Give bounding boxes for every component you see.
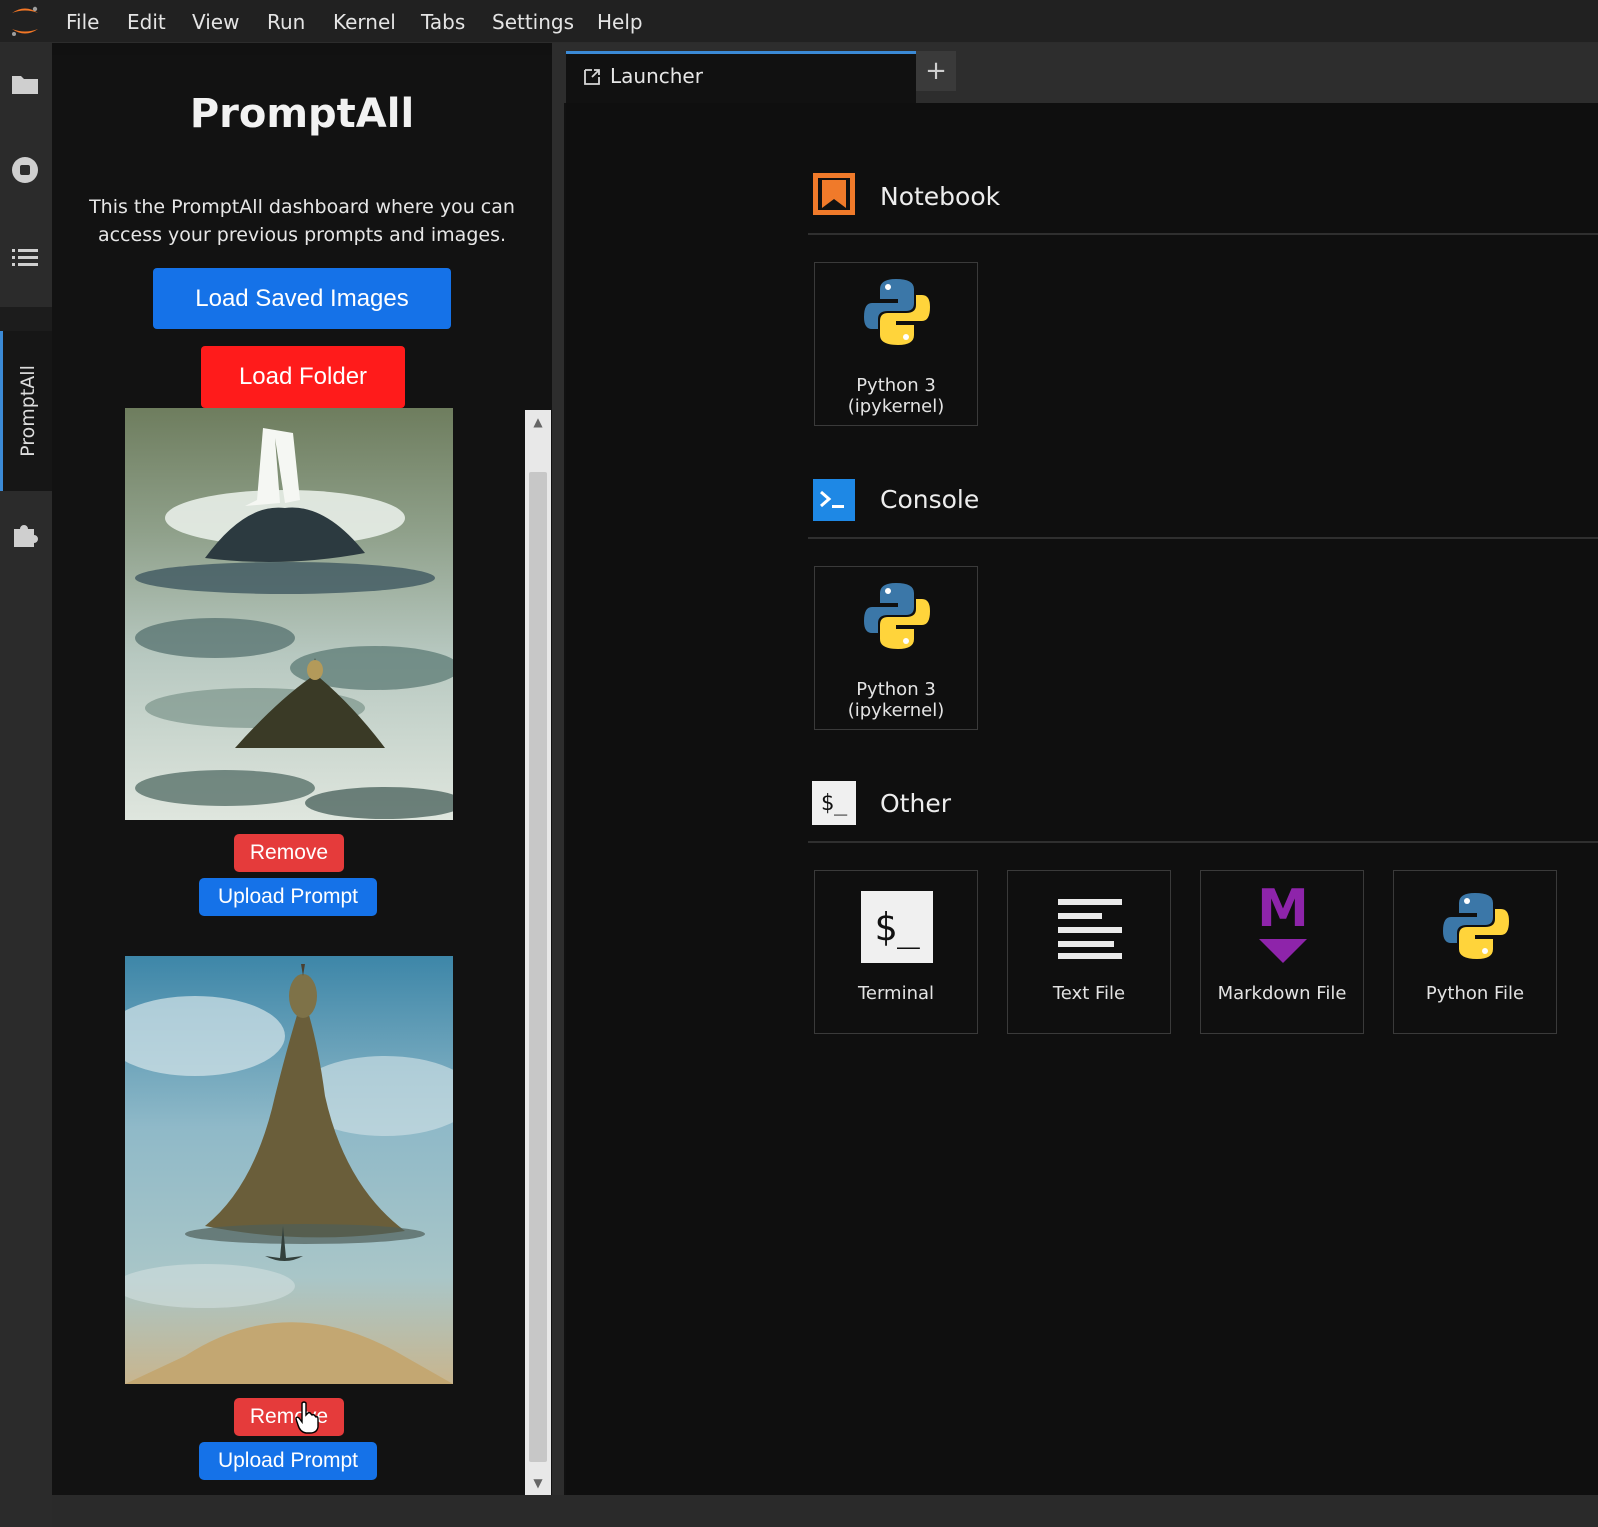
scroll-up-icon[interactable]: ▲ [525, 410, 551, 434]
section-divider [808, 233, 1598, 235]
card-label-line2: (ipykernel) [847, 700, 945, 721]
menu-help[interactable]: Help [597, 0, 643, 42]
menu-kernel[interactable]: Kernel [333, 0, 396, 42]
tab-promptall-label: PromptAll [16, 365, 39, 457]
section-title-console: Console [880, 485, 980, 514]
folder-icon[interactable] [10, 69, 40, 99]
menu-settings[interactable]: Settings [492, 0, 574, 42]
python-icon [864, 279, 930, 345]
card-label-line1: Python 3 [856, 375, 936, 396]
text-file-icon [1058, 899, 1122, 959]
section-title-notebook: Notebook [880, 182, 1001, 211]
extension-icon[interactable] [10, 519, 40, 549]
promptall-panel: PromptAll This the PromptAll dashboard w… [52, 55, 552, 1495]
section-divider [808, 841, 1598, 843]
status-bar [52, 1495, 1598, 1527]
remove-button[interactable]: Remove [234, 1398, 344, 1436]
remove-button[interactable]: Remove [234, 834, 344, 872]
markdown-arrow-icon [1259, 939, 1307, 963]
card-label: Markdown File [1217, 983, 1347, 1004]
card-label-line1: Python 3 [856, 679, 936, 700]
menu-file[interactable]: File [66, 0, 99, 42]
activity-lower [0, 491, 52, 1527]
activity-group [0, 43, 52, 307]
panel-scrollbar[interactable]: ▲ ▼ [525, 410, 551, 1495]
hand-cursor-icon [295, 1401, 319, 1434]
launcher-icon [584, 69, 600, 85]
card-label: Python File [1425, 983, 1525, 1004]
text-file-card[interactable]: Text File [1007, 870, 1171, 1034]
python-file-card[interactable]: Python File [1393, 870, 1557, 1034]
tab-launcher-label: Launcher [610, 64, 703, 88]
add-tab-button[interactable]: + [916, 51, 956, 91]
terminal-card[interactable]: $_ Terminal [814, 870, 978, 1034]
tab-promptall[interactable]: PromptAll [0, 331, 52, 491]
running-icon[interactable] [10, 155, 40, 185]
panel-divider[interactable] [552, 43, 564, 1527]
card-label: Terminal [857, 983, 935, 1004]
markdown-icon: M [1257, 879, 1309, 939]
load-saved-images-button[interactable]: Load Saved Images [153, 268, 451, 329]
tab-launcher[interactable]: Launcher [566, 51, 916, 103]
markdown-file-card[interactable]: M Markdown File [1200, 870, 1364, 1034]
console-icon [813, 479, 855, 521]
card-label: Text File [1052, 983, 1126, 1004]
saved-image [125, 956, 453, 1384]
other-terminal-icon: $_ [812, 781, 856, 825]
panel-description: This the PromptAll dashboard where you c… [89, 196, 515, 246]
load-folder-button[interactable]: Load Folder [201, 346, 405, 408]
console-python3-card[interactable]: Python 3 (ipykernel) [814, 566, 978, 730]
toc-icon[interactable] [10, 243, 40, 273]
terminal-icon: $_ [861, 891, 933, 963]
python-icon [864, 583, 930, 649]
scrollbar-thumb[interactable] [529, 472, 547, 1462]
card-label-line2: (ipykernel) [847, 396, 945, 417]
notebook-python3-card[interactable]: Python 3 (ipykernel) [814, 262, 978, 426]
menu-bar: File Edit View Run Kernel Tabs Settings … [0, 0, 1598, 43]
notebook-icon [813, 173, 855, 215]
menu-run[interactable]: Run [267, 0, 305, 42]
upload-prompt-button[interactable]: Upload Prompt [199, 1442, 377, 1480]
menu-view[interactable]: View [192, 0, 239, 42]
menu-tabs[interactable]: Tabs [421, 0, 465, 42]
jupyter-logo-icon [12, 6, 38, 36]
section-divider [808, 537, 1598, 539]
activity-bar: PromptAll [0, 43, 52, 1527]
scroll-down-icon[interactable]: ▼ [525, 1471, 551, 1495]
upload-prompt-button[interactable]: Upload Prompt [199, 878, 377, 916]
python-icon [1443, 893, 1509, 959]
panel-title: PromptAll [189, 91, 415, 137]
tab-bar: Launcher + [564, 43, 1598, 103]
section-title-other: Other [880, 789, 951, 818]
saved-image [125, 408, 453, 820]
menu-edit[interactable]: Edit [127, 0, 166, 42]
launcher-area [566, 103, 1598, 1495]
